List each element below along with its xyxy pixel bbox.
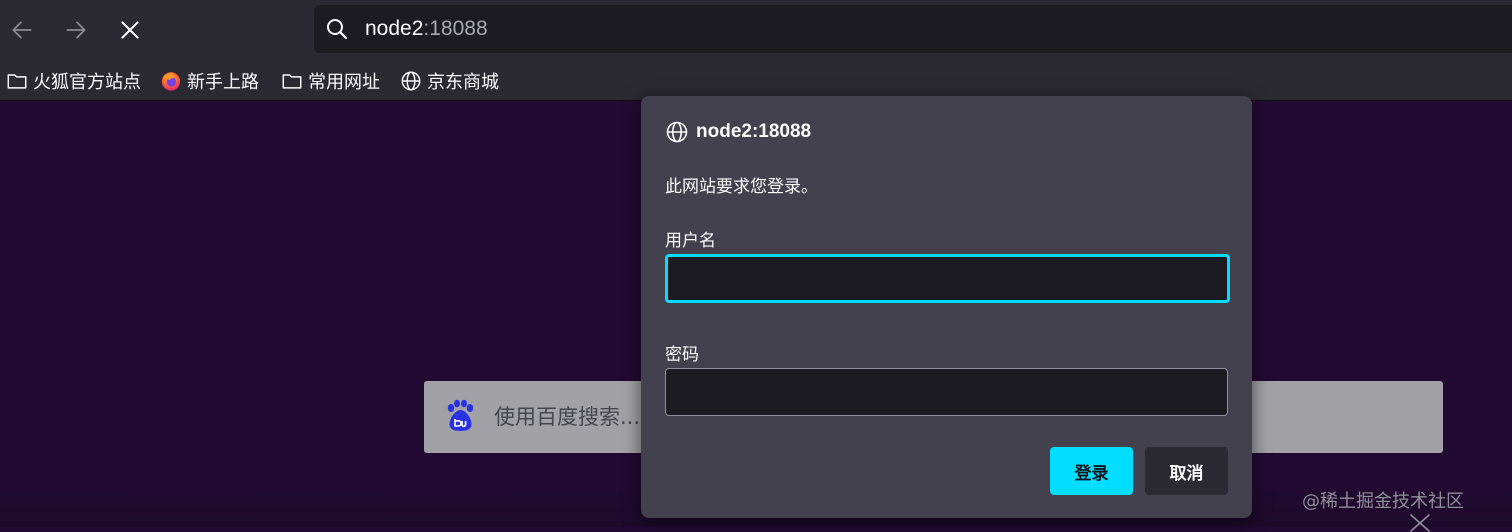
folder-icon (282, 74, 302, 89)
folder-icon (7, 74, 27, 89)
url-text[interactable]: node2:18088 (365, 15, 488, 43)
dialog-header: node2:18088 (665, 119, 811, 145)
globe-icon (401, 71, 421, 91)
password-input[interactable] (665, 368, 1228, 416)
forward-button[interactable] (58, 12, 94, 48)
bookmark-label: 京东商城 (427, 72, 499, 93)
dialog-message: 此网站要求您登录。 (665, 177, 818, 197)
bookmark-label: 常用网址 (308, 72, 380, 93)
bookmarks-bar: 火狐官方站点 新手上路 常用网址 京东商城 (0, 60, 1512, 101)
bookmark-firefox-official[interactable]: 火狐官方站点 (6, 67, 141, 95)
arrow-left-icon (12, 21, 32, 39)
baidu-search-placeholder: 使用百度搜索... (494, 405, 641, 429)
baidu-paw-icon (447, 399, 474, 431)
stop-button[interactable] (112, 12, 148, 48)
cancel-button[interactable]: 取消 (1145, 447, 1228, 495)
url-port: :18088 (423, 17, 488, 40)
bookmark-jd[interactable]: 京东商城 (400, 67, 499, 95)
bookmark-label: 新手上路 (187, 72, 259, 93)
login-button[interactable]: 登录 (1050, 447, 1133, 495)
auth-dialog: node2:18088 此网站要求您登录。 用户名 密码 登录 取消 (641, 96, 1252, 518)
search-icon (325, 17, 349, 41)
globe-icon (666, 121, 688, 143)
firefox-icon (161, 72, 181, 91)
browser-toolbar: node2:18088 (0, 0, 1512, 60)
bookmark-label: 火狐官方站点 (33, 72, 141, 93)
url-bar[interactable]: node2:18088 (314, 5, 1512, 53)
password-label: 密码 (665, 345, 699, 365)
bookmark-getting-started[interactable]: 新手上路 (160, 67, 259, 95)
back-button[interactable] (4, 12, 40, 48)
dialog-host: node2:18088 (696, 121, 812, 142)
bookmark-common-sites[interactable]: 常用网址 (281, 67, 380, 95)
url-host: node2 (365, 17, 424, 40)
close-icon (121, 21, 139, 39)
watermark: @稀土掘金技术社区 (1302, 491, 1464, 512)
username-input[interactable] (665, 254, 1230, 303)
arrow-right-icon (66, 21, 86, 39)
username-label: 用户名 (665, 231, 716, 251)
close-icon[interactable] (1408, 512, 1432, 532)
